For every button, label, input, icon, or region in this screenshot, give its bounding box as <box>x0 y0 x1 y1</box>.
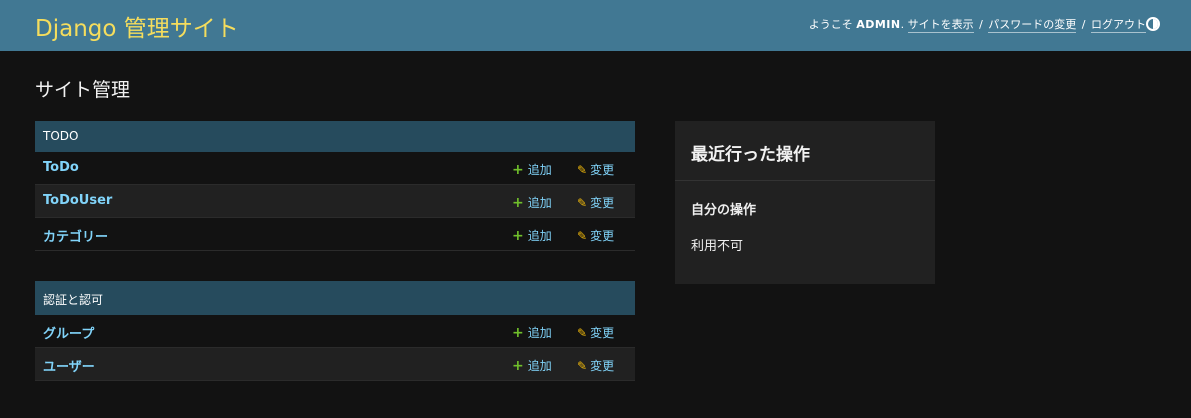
pencil-icon: ✎ <box>577 359 588 373</box>
module-caption[interactable]: 認証と認可 <box>35 281 635 315</box>
model-link-users[interactable]: ユーザー <box>43 356 95 375</box>
site-branding[interactable]: Django 管理サイト <box>35 9 239 43</box>
recent-actions-panel: 最近行った操作 自分の操作 利用不可 <box>675 121 935 284</box>
add-button[interactable]: + 追加 <box>512 227 552 244</box>
pencil-icon: ✎ <box>577 163 588 177</box>
model-link-groups[interactable]: グループ <box>43 323 94 342</box>
change-button[interactable]: ✎ 変更 <box>577 194 614 211</box>
table-row: ToDoUser + 追加 ✎ 変更 <box>35 185 635 218</box>
separator: / <box>1078 18 1089 31</box>
change-label: 変更 <box>590 326 615 340</box>
view-site-link[interactable]: サイトを表示 <box>907 18 974 33</box>
module-caption[interactable]: TODO <box>35 121 635 152</box>
plus-icon: + <box>512 162 524 178</box>
page-title: サイト管理 <box>35 79 131 101</box>
table-row: ToDo + 追加 ✎ 変更 <box>35 152 635 185</box>
table-row: ユーザー + 追加 ✎ 変更 <box>35 348 635 381</box>
change-button[interactable]: ✎ 変更 <box>577 357 614 374</box>
change-label: 変更 <box>590 229 615 243</box>
plus-icon: + <box>512 228 524 244</box>
welcome-text: ようこそ <box>808 18 857 31</box>
change-button[interactable]: ✎ 変更 <box>577 161 614 178</box>
change-button[interactable]: ✎ 変更 <box>577 227 614 244</box>
welcome-suffix: . <box>900 18 908 31</box>
plus-icon: + <box>512 325 524 341</box>
change-label: 変更 <box>590 163 615 177</box>
pencil-icon: ✎ <box>577 196 588 210</box>
username: ADMIN <box>856 18 901 31</box>
table-row: カテゴリー + 追加 ✎ 変更 <box>35 218 635 251</box>
table-row: グループ + 追加 ✎ 変更 <box>35 315 635 348</box>
add-button[interactable]: + 追加 <box>512 161 552 178</box>
add-label: 追加 <box>527 163 552 177</box>
my-actions-heading: 自分の操作 <box>691 203 757 218</box>
app-module-todo: TODO ToDo + 追加 ✎ 変更 ToDoUser + 追加 ✎ 変更 カテゴリー… <box>35 121 635 251</box>
site-header: Django 管理サイト ようこそ ADMIN. サイトを表示 / パスワードの… <box>0 0 1191 51</box>
add-button[interactable]: + 追加 <box>512 357 552 374</box>
logout-link[interactable]: ログアウト <box>1091 18 1146 33</box>
change-password-link[interactable]: パスワードの変更 <box>988 18 1077 33</box>
change-button[interactable]: ✎ 変更 <box>577 324 614 341</box>
add-label: 追加 <box>527 229 552 243</box>
change-label: 変更 <box>590 359 615 373</box>
separator: / <box>975 18 987 31</box>
plus-icon: + <box>512 358 524 374</box>
divider <box>675 180 935 181</box>
add-button[interactable]: + 追加 <box>512 194 552 211</box>
user-tools: ようこそ ADMIN. サイトを表示 / パスワードの変更 / ログアウト <box>808 16 1146 33</box>
pencil-icon: ✎ <box>577 326 588 340</box>
change-label: 変更 <box>590 196 615 210</box>
add-label: 追加 <box>527 196 552 210</box>
recent-actions-title: 最近行った操作 <box>691 145 810 165</box>
half-circle-icon[interactable] <box>1146 17 1160 31</box>
model-link-category[interactable]: カテゴリー <box>43 226 108 245</box>
no-actions-text: 利用不可 <box>691 239 744 254</box>
add-label: 追加 <box>527 326 552 340</box>
model-link-todo[interactable]: ToDo <box>43 160 79 175</box>
add-button[interactable]: + 追加 <box>512 324 552 341</box>
app-module-auth: 認証と認可 グループ + 追加 ✎ 変更 ユーザー + 追加 ✎ 変更 <box>35 281 635 381</box>
pencil-icon: ✎ <box>577 229 588 243</box>
add-label: 追加 <box>527 359 552 373</box>
model-link-todouser[interactable]: ToDoUser <box>43 193 112 208</box>
plus-icon: + <box>512 195 524 211</box>
